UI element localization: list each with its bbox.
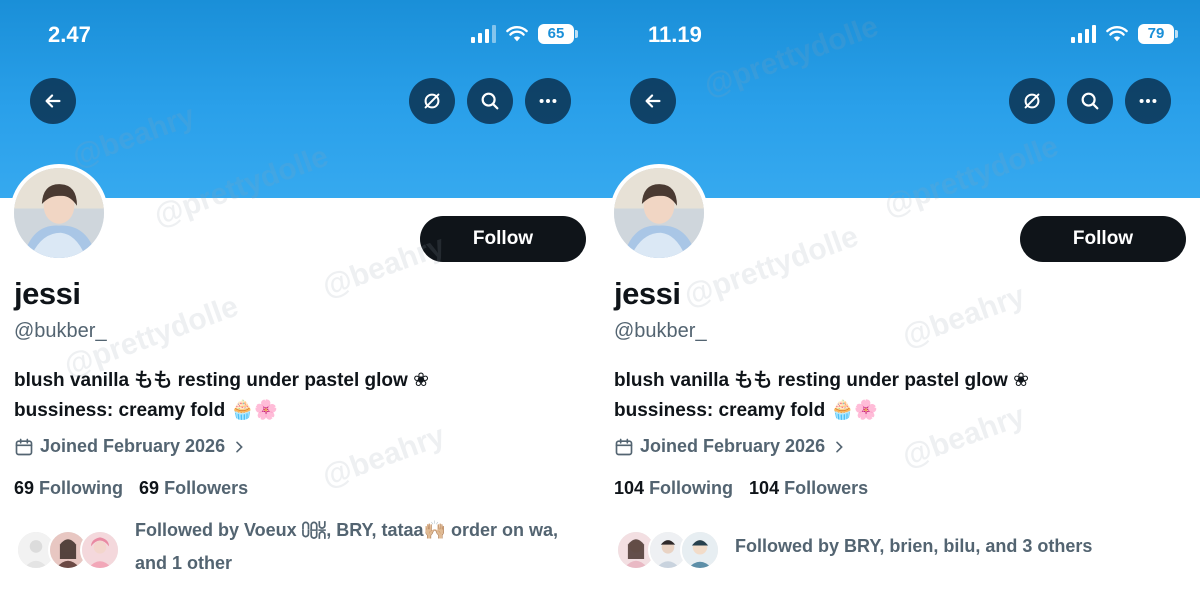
wifi-icon bbox=[506, 26, 528, 42]
search-icon bbox=[481, 92, 499, 110]
more-button[interactable] bbox=[525, 78, 571, 124]
followers-link[interactable]: 69 Followers bbox=[139, 478, 248, 499]
profile-screen-left: 2.47 65 Follow jessi @bukber_ blush vani… bbox=[0, 0, 600, 600]
bio-line-2: bussiness: creamy fold 🧁🌸 bbox=[14, 400, 278, 421]
profile-avatar[interactable] bbox=[610, 164, 708, 262]
bell-slash-icon bbox=[424, 93, 440, 109]
mutual-avatar bbox=[680, 530, 720, 570]
joined-text: Joined February 2026 bbox=[40, 436, 226, 456]
display-name: jessi bbox=[614, 276, 681, 311]
follow-stats: 104 Following 104 Followers bbox=[614, 478, 868, 499]
more-icon bbox=[1139, 98, 1157, 104]
battery-indicator: 65 bbox=[538, 24, 578, 44]
arrow-left-icon bbox=[645, 94, 661, 108]
follow-button[interactable]: Follow bbox=[420, 216, 586, 262]
mutual-avatars[interactable] bbox=[16, 530, 120, 570]
mutual-avatar bbox=[80, 530, 120, 570]
search-button[interactable] bbox=[1067, 78, 1113, 124]
arrow-left-icon bbox=[45, 94, 61, 108]
more-button[interactable] bbox=[1125, 78, 1171, 124]
chevron-right-icon bbox=[236, 441, 243, 452]
bio-line-1: blush vanilla もも resting under pastel gl… bbox=[614, 370, 1029, 391]
back-button[interactable] bbox=[630, 78, 676, 124]
profile-bio: blush vanilla もも resting under pastel gl… bbox=[14, 366, 429, 426]
profile-screen-right: 11.19 79 Follow jessi @bukber_ blush van… bbox=[600, 0, 1200, 600]
signal-icon bbox=[471, 25, 496, 43]
bell-slash-icon bbox=[1024, 93, 1040, 109]
following-link[interactable]: 104 Following bbox=[614, 478, 733, 499]
user-handle: @bukber_ bbox=[614, 320, 707, 342]
profile-bio: blush vanilla もも resting under pastel gl… bbox=[614, 366, 1029, 426]
joined-date[interactable]: Joined February 2026 bbox=[614, 436, 847, 457]
follow-stats: 69 Following 69 Followers bbox=[14, 478, 248, 499]
joined-date[interactable]: Joined February 2026 bbox=[14, 436, 247, 457]
status-time: 11.19 bbox=[648, 22, 702, 47]
followers-link[interactable]: 104 Followers bbox=[749, 478, 868, 499]
signal-icon bbox=[1071, 25, 1096, 43]
more-icon bbox=[539, 98, 557, 104]
followed-by-text[interactable]: Followed by BRY, brien, bilu, and 3 othe… bbox=[735, 530, 1185, 563]
notifications-button[interactable] bbox=[1009, 78, 1055, 124]
search-icon bbox=[1081, 92, 1099, 110]
chevron-right-icon bbox=[836, 441, 843, 452]
following-link[interactable]: 69 Following bbox=[14, 478, 123, 499]
user-handle: @bukber_ bbox=[14, 320, 107, 342]
mutual-avatars[interactable] bbox=[616, 530, 720, 570]
status-icons: 79 bbox=[1071, 24, 1178, 44]
bio-line-1: blush vanilla もも resting under pastel gl… bbox=[14, 370, 429, 391]
bio-line-2: bussiness: creamy fold 🧁🌸 bbox=[614, 400, 878, 421]
wifi-icon bbox=[1106, 26, 1128, 42]
followed-by-text[interactable]: Followed by Voeux ⩇⩉⩈, BRY, tataa🙌🏼 orde… bbox=[135, 514, 585, 580]
calendar-icon bbox=[15, 438, 33, 455]
battery-indicator: 79 bbox=[1138, 24, 1178, 44]
notifications-button[interactable] bbox=[409, 78, 455, 124]
joined-text: Joined February 2026 bbox=[640, 436, 826, 456]
profile-avatar[interactable] bbox=[10, 164, 108, 262]
follow-button[interactable]: Follow bbox=[1020, 216, 1186, 262]
status-icons: 65 bbox=[471, 24, 578, 44]
status-time: 2.47 bbox=[48, 22, 91, 47]
display-name: jessi bbox=[14, 276, 81, 311]
back-button[interactable] bbox=[30, 78, 76, 124]
calendar-icon bbox=[615, 438, 633, 455]
search-button[interactable] bbox=[467, 78, 513, 124]
